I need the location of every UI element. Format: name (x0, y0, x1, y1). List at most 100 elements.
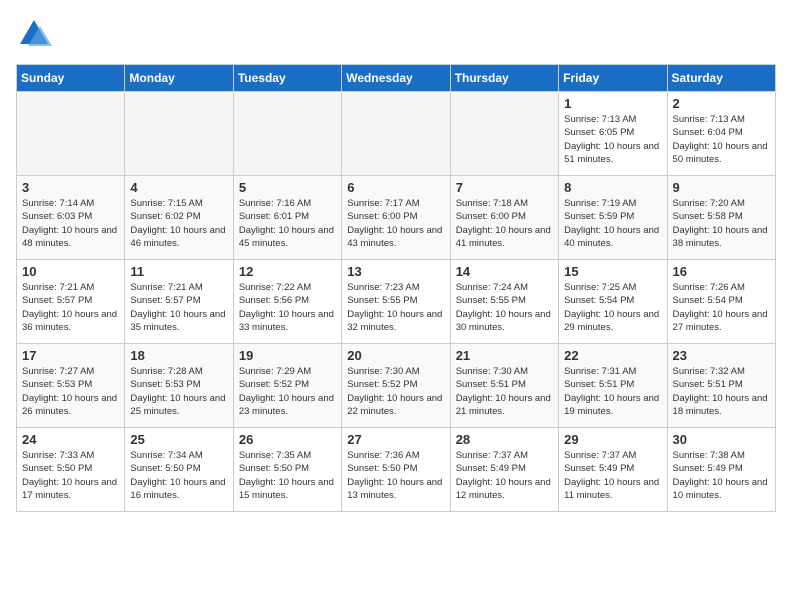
day-header-wednesday: Wednesday (342, 65, 450, 92)
calendar-cell: 5 Sunrise: 7:16 AMSunset: 6:01 PMDaylight… (233, 176, 341, 260)
calendar-cell: 28 Sunrise: 7:37 AMSunset: 5:49 PMDayligh… (450, 428, 558, 512)
day-number: 9 (673, 180, 770, 195)
calendar-week-5: 24 Sunrise: 7:33 AMSunset: 5:50 PMDayligh… (17, 428, 776, 512)
calendar-cell: 29Sunrise: 7:37 AMSunset: 5:49 PMDayligh… (559, 428, 667, 512)
calendar-cell: 12 Sunrise: 7:22 AMSunset: 5:56 PMDayligh… (233, 260, 341, 344)
cell-content: Sunrise: 7:14 AMSunset: 6:03 PMDaylight:… (22, 197, 119, 250)
cell-content: Sunrise: 7:29 AMSunset: 5:52 PMDaylight:… (239, 365, 336, 418)
day-number: 5 (239, 180, 336, 195)
day-number: 2 (673, 96, 770, 111)
calendar-cell: 14 Sunrise: 7:24 AMSunset: 5:55 PMDayligh… (450, 260, 558, 344)
cell-content: Sunrise: 7:31 AMSunset: 5:51 PMDaylight:… (564, 365, 661, 418)
calendar-cell: 18 Sunrise: 7:28 AMSunset: 5:53 PMDayligh… (125, 344, 233, 428)
calendar-header: SundayMondayTuesdayWednesdayThursdayFrid… (17, 65, 776, 92)
cell-content: Sunrise: 7:35 AMSunset: 5:50 PMDaylight:… (239, 449, 336, 502)
day-number: 11 (130, 264, 227, 279)
cell-content: Sunrise: 7:19 AMSunset: 5:59 PMDaylight:… (564, 197, 661, 250)
day-number: 18 (130, 348, 227, 363)
day-number: 22 (564, 348, 661, 363)
cell-content: Sunrise: 7:34 AMSunset: 5:50 PMDaylight:… (130, 449, 227, 502)
calendar-cell: 17 Sunrise: 7:27 AMSunset: 5:53 PMDayligh… (17, 344, 125, 428)
calendar-cell: 20Sunrise: 7:30 AMSunset: 5:52 PMDayligh… (342, 344, 450, 428)
day-number: 21 (456, 348, 553, 363)
calendar-cell: 24 Sunrise: 7:33 AMSunset: 5:50 PMDayligh… (17, 428, 125, 512)
calendar-cell (450, 92, 558, 176)
cell-content: Sunrise: 7:37 AMSunset: 5:49 PMDaylight:… (456, 449, 553, 502)
day-number: 23 (673, 348, 770, 363)
cell-content: Sunrise: 7:23 AMSunset: 5:55 PMDaylight:… (347, 281, 444, 334)
calendar-cell: 23 Sunrise: 7:32 AMSunset: 5:51 PMDayligh… (667, 344, 775, 428)
calendar-cell: 9 Sunrise: 7:20 AMSunset: 5:58 PMDaylight… (667, 176, 775, 260)
cell-content: Sunrise: 7:26 AMSunset: 5:54 PMDaylight:… (673, 281, 770, 334)
cell-content: Sunrise: 7:17 AMSunset: 6:00 PMDaylight:… (347, 197, 444, 250)
calendar-cell: 7Sunrise: 7:18 AMSunset: 6:00 PMDaylight… (450, 176, 558, 260)
calendar-cell: 4 Sunrise: 7:15 AMSunset: 6:02 PMDaylight… (125, 176, 233, 260)
calendar-week-4: 17 Sunrise: 7:27 AMSunset: 5:53 PMDayligh… (17, 344, 776, 428)
calendar-cell: 22 Sunrise: 7:31 AMSunset: 5:51 PMDayligh… (559, 344, 667, 428)
cell-content: Sunrise: 7:15 AMSunset: 6:02 PMDaylight:… (130, 197, 227, 250)
day-number: 17 (22, 348, 119, 363)
calendar-cell: 26 Sunrise: 7:35 AMSunset: 5:50 PMDayligh… (233, 428, 341, 512)
cell-content: Sunrise: 7:22 AMSunset: 5:56 PMDaylight:… (239, 281, 336, 334)
cell-content: Sunrise: 7:13 AMSunset: 6:04 PMDaylight:… (673, 113, 770, 166)
day-number: 12 (239, 264, 336, 279)
calendar-cell: 6 Sunrise: 7:17 AMSunset: 6:00 PMDaylight… (342, 176, 450, 260)
day-number: 1 (564, 96, 661, 111)
calendar-cell: 27 Sunrise: 7:36 AMSunset: 5:50 PMDayligh… (342, 428, 450, 512)
cell-content: Sunrise: 7:28 AMSunset: 5:53 PMDaylight:… (130, 365, 227, 418)
day-number: 15 (564, 264, 661, 279)
calendar-cell (342, 92, 450, 176)
cell-content: Sunrise: 7:16 AMSunset: 6:01 PMDaylight:… (239, 197, 336, 250)
day-number: 26 (239, 432, 336, 447)
day-header-thursday: Thursday (450, 65, 558, 92)
day-header-tuesday: Tuesday (233, 65, 341, 92)
calendar-cell: 10 Sunrise: 7:21 AMSunset: 5:57 PMDayligh… (17, 260, 125, 344)
calendar-cell: 1Sunrise: 7:13 AMSunset: 6:05 PMDaylight… (559, 92, 667, 176)
calendar-cell: 30Sunrise: 7:38 AMSunset: 5:49 PMDayligh… (667, 428, 775, 512)
calendar-cell (17, 92, 125, 176)
day-number: 27 (347, 432, 444, 447)
logo-icon (16, 16, 52, 52)
cell-content: Sunrise: 7:36 AMSunset: 5:50 PMDaylight:… (347, 449, 444, 502)
calendar-cell: 21 Sunrise: 7:30 AMSunset: 5:51 PMDayligh… (450, 344, 558, 428)
day-number: 14 (456, 264, 553, 279)
calendar-week-1: 1Sunrise: 7:13 AMSunset: 6:05 PMDaylight… (17, 92, 776, 176)
page-header (16, 16, 776, 52)
cell-content: Sunrise: 7:21 AMSunset: 5:57 PMDaylight:… (130, 281, 227, 334)
day-header-sunday: Sunday (17, 65, 125, 92)
day-number: 6 (347, 180, 444, 195)
cell-content: Sunrise: 7:33 AMSunset: 5:50 PMDaylight:… (22, 449, 119, 502)
calendar-cell: 19 Sunrise: 7:29 AMSunset: 5:52 PMDayligh… (233, 344, 341, 428)
calendar-cell: 15Sunrise: 7:25 AMSunset: 5:54 PMDayligh… (559, 260, 667, 344)
calendar-cell: 25 Sunrise: 7:34 AMSunset: 5:50 PMDayligh… (125, 428, 233, 512)
cell-content: Sunrise: 7:24 AMSunset: 5:55 PMDaylight:… (456, 281, 553, 334)
day-number: 3 (22, 180, 119, 195)
day-number: 4 (130, 180, 227, 195)
day-number: 13 (347, 264, 444, 279)
logo (16, 16, 56, 52)
calendar-cell: 3 Sunrise: 7:14 AMSunset: 6:03 PMDaylight… (17, 176, 125, 260)
day-number: 28 (456, 432, 553, 447)
day-number: 10 (22, 264, 119, 279)
day-header-friday: Friday (559, 65, 667, 92)
calendar-cell: 2 Sunrise: 7:13 AMSunset: 6:04 PMDaylight… (667, 92, 775, 176)
day-header-monday: Monday (125, 65, 233, 92)
calendar-cell (233, 92, 341, 176)
calendar-cell: 13 Sunrise: 7:23 AMSunset: 5:55 PMDayligh… (342, 260, 450, 344)
cell-content: Sunrise: 7:21 AMSunset: 5:57 PMDaylight:… (22, 281, 119, 334)
cell-content: Sunrise: 7:38 AMSunset: 5:49 PMDaylight:… (673, 449, 770, 502)
calendar-cell (125, 92, 233, 176)
cell-content: Sunrise: 7:32 AMSunset: 5:51 PMDaylight:… (673, 365, 770, 418)
cell-content: Sunrise: 7:27 AMSunset: 5:53 PMDaylight:… (22, 365, 119, 418)
cell-content: Sunrise: 7:37 AMSunset: 5:49 PMDaylight:… (564, 449, 661, 502)
cell-content: Sunrise: 7:20 AMSunset: 5:58 PMDaylight:… (673, 197, 770, 250)
day-number: 19 (239, 348, 336, 363)
calendar-cell: 8Sunrise: 7:19 AMSunset: 5:59 PMDaylight… (559, 176, 667, 260)
calendar-week-3: 10 Sunrise: 7:21 AMSunset: 5:57 PMDayligh… (17, 260, 776, 344)
day-number: 24 (22, 432, 119, 447)
cell-content: Sunrise: 7:18 AMSunset: 6:00 PMDaylight:… (456, 197, 553, 250)
day-number: 25 (130, 432, 227, 447)
calendar-week-2: 3 Sunrise: 7:14 AMSunset: 6:03 PMDaylight… (17, 176, 776, 260)
calendar-cell: 11 Sunrise: 7:21 AMSunset: 5:57 PMDayligh… (125, 260, 233, 344)
cell-content: Sunrise: 7:30 AMSunset: 5:51 PMDaylight:… (456, 365, 553, 418)
